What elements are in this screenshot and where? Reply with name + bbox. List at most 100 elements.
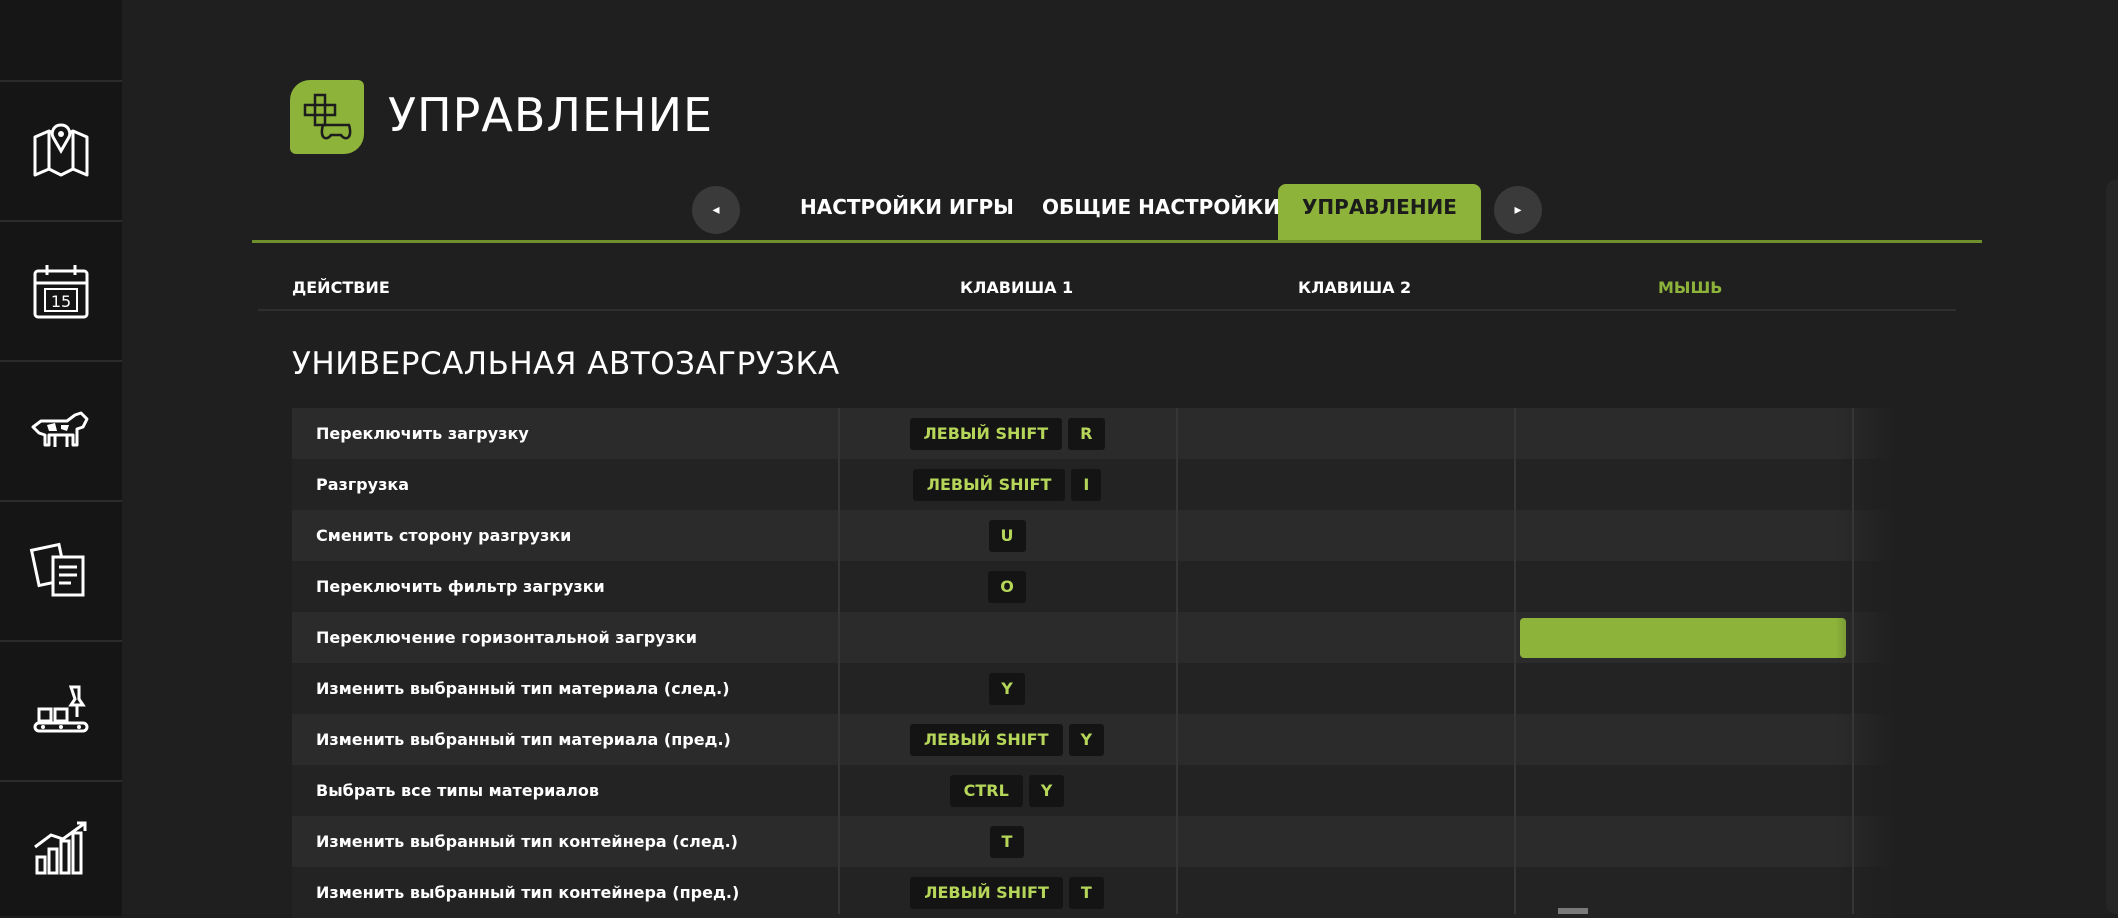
page-title: УПРАВЛЕНИЕ [388, 88, 714, 142]
key1-cell[interactable]: ЛЕВЫЙ SHIFT I [840, 459, 1174, 510]
column-separator [1852, 408, 1854, 914]
tab-next-button[interactable]: ▸ [1494, 186, 1542, 234]
key-badge: ЛЕВЫЙ SHIFT [909, 417, 1063, 450]
mouse-cell[interactable] [1516, 816, 1850, 867]
tab-controls[interactable]: УПРАВЛЕНИЕ [1278, 184, 1481, 240]
mouse-cell[interactable] [1516, 459, 1850, 510]
sidebar-top [0, 0, 122, 80]
key1-cell[interactable]: T [840, 816, 1174, 867]
sidebar: 15 [0, 0, 122, 916]
column-separator [838, 408, 840, 914]
action-label: Изменить выбранный тип материала (след.) [316, 679, 730, 698]
key1-cell[interactable]: ЛЕВЫЙ SHIFT R [840, 408, 1174, 459]
mouse-cell[interactable] [1516, 510, 1850, 561]
key1-cell[interactable] [840, 612, 1174, 663]
key2-cell[interactable] [1178, 561, 1512, 612]
side-panel-edge [2106, 180, 2118, 914]
production-icon [33, 685, 89, 733]
key2-cell[interactable] [1178, 765, 1512, 816]
key-badge: Y [1028, 774, 1065, 807]
table-row[interactable]: Изменить выбранный тип материала (след.)… [292, 663, 1896, 714]
mouse-cell[interactable] [1516, 663, 1850, 714]
key2-cell[interactable] [1178, 408, 1512, 459]
section-title: УНИВЕРСАЛЬНАЯ АВТОЗАГРУЗКА [292, 346, 840, 382]
table-row[interactable]: Сменить сторону разгрузки U [292, 510, 1896, 561]
key1-cell[interactable]: Y [840, 663, 1174, 714]
sidebar-item-calendar[interactable]: 15 [0, 220, 122, 360]
bindings-table: Переключить загрузку ЛЕВЫЙ SHIFT R Разгрузк… [292, 408, 1896, 918]
mouse-cell[interactable] [1516, 765, 1850, 816]
sidebar-item-animals[interactable] [0, 360, 122, 500]
contracts-icon [29, 542, 85, 597]
key2-cell[interactable] [1178, 867, 1512, 918]
action-label: Выбрать все типы материалов [316, 781, 599, 800]
mouse-cell[interactable] [1516, 612, 1850, 663]
key2-cell[interactable] [1178, 714, 1512, 765]
key-badge: R [1068, 417, 1105, 450]
table-row[interactable]: Переключить фильтр загрузки O [292, 561, 1896, 612]
tab-underline [252, 240, 1982, 243]
calendar-day: 15 [51, 292, 71, 311]
column-header-key1: КЛАВИША 1 [960, 278, 1074, 297]
table-row[interactable]: Изменить выбранный тип материала (пред.)… [292, 714, 1896, 765]
key-badge: ЛЕВЫЙ SHIFT [912, 468, 1066, 501]
action-label: Изменить выбранный тип контейнера (след.… [316, 832, 738, 851]
key-badge: Y [1068, 723, 1105, 756]
table-row[interactable]: Изменить выбранный тип контейнера (пред.… [292, 867, 1896, 918]
table-row[interactable]: Переключение горизонтальной загрузки [292, 612, 1896, 663]
action-label: Изменить выбранный тип контейнера (пред.… [316, 883, 740, 902]
action-label: Изменить выбранный тип материала (пред.) [316, 730, 731, 749]
key2-cell[interactable] [1178, 510, 1512, 561]
table-row[interactable]: Разгрузка ЛЕВЫЙ SHIFT I [292, 459, 1896, 510]
sidebar-item-contracts[interactable] [0, 500, 122, 640]
table-row[interactable]: Переключить загрузку ЛЕВЫЙ SHIFT R [292, 408, 1896, 459]
row-fade [1836, 408, 1896, 459]
statistics-icon [34, 821, 87, 875]
column-header-key2: КЛАВИША 2 [1298, 278, 1412, 297]
key1-cell[interactable]: U [840, 510, 1174, 561]
row-fade [1836, 816, 1896, 867]
key-badge: T [1068, 876, 1104, 909]
tab-prev-button[interactable]: ◂ [692, 186, 740, 234]
calendar-icon: 15 [33, 265, 89, 319]
row-fade [1836, 561, 1896, 612]
action-label: Разгрузка [316, 475, 410, 494]
sidebar-item-map[interactable] [0, 80, 122, 220]
key-badge: CTRL [949, 774, 1023, 807]
mouse-cell[interactable] [1516, 714, 1850, 765]
key2-cell[interactable] [1178, 612, 1512, 663]
column-separator [1514, 408, 1516, 914]
row-fade [1836, 714, 1896, 765]
action-label: Сменить сторону разгрузки [316, 526, 572, 545]
key2-cell[interactable] [1178, 459, 1512, 510]
row-fade [1836, 510, 1896, 561]
map-pin-icon [33, 123, 89, 177]
key1-cell[interactable]: ЛЕВЫЙ SHIFT T [840, 867, 1174, 918]
mouse-cell[interactable] [1516, 561, 1850, 612]
tab-general-settings[interactable]: ОБЩИЕ НАСТРОЙКИ [1042, 184, 1280, 240]
key2-cell[interactable] [1178, 663, 1512, 714]
column-header-mouse: МЫШЬ [1658, 278, 1723, 297]
mouse-cell-selected[interactable] [1520, 617, 1846, 658]
sidebar-item-production[interactable] [0, 640, 122, 780]
key1-cell[interactable]: CTRL Y [840, 765, 1174, 816]
key-badge: U [988, 519, 1026, 552]
row-fade [1836, 612, 1896, 663]
key-badge: Y [989, 672, 1025, 705]
row-fade [1836, 459, 1896, 510]
key1-cell[interactable]: O [840, 561, 1174, 612]
scroll-indicator[interactable] [1558, 908, 1588, 914]
action-label: Переключение горизонтальной загрузки [316, 628, 697, 647]
tab-game-settings[interactable]: НАСТРОЙКИ ИГРЫ [800, 184, 1014, 240]
key-badge: O [988, 570, 1026, 603]
animals-icon [31, 411, 89, 447]
key-badge: T [989, 825, 1025, 858]
table-row[interactable]: Изменить выбранный тип контейнера (след.… [292, 816, 1896, 867]
key1-cell[interactable]: ЛЕВЫЙ SHIFT Y [840, 714, 1174, 765]
mouse-cell[interactable] [1516, 408, 1850, 459]
table-row[interactable]: Выбрать все типы материалов CTRL Y [292, 765, 1896, 816]
row-fade [1836, 663, 1896, 714]
sidebar-item-statistics[interactable] [0, 780, 122, 916]
column-header-action: ДЕЙСТВИЕ [292, 278, 390, 297]
key2-cell[interactable] [1178, 816, 1512, 867]
